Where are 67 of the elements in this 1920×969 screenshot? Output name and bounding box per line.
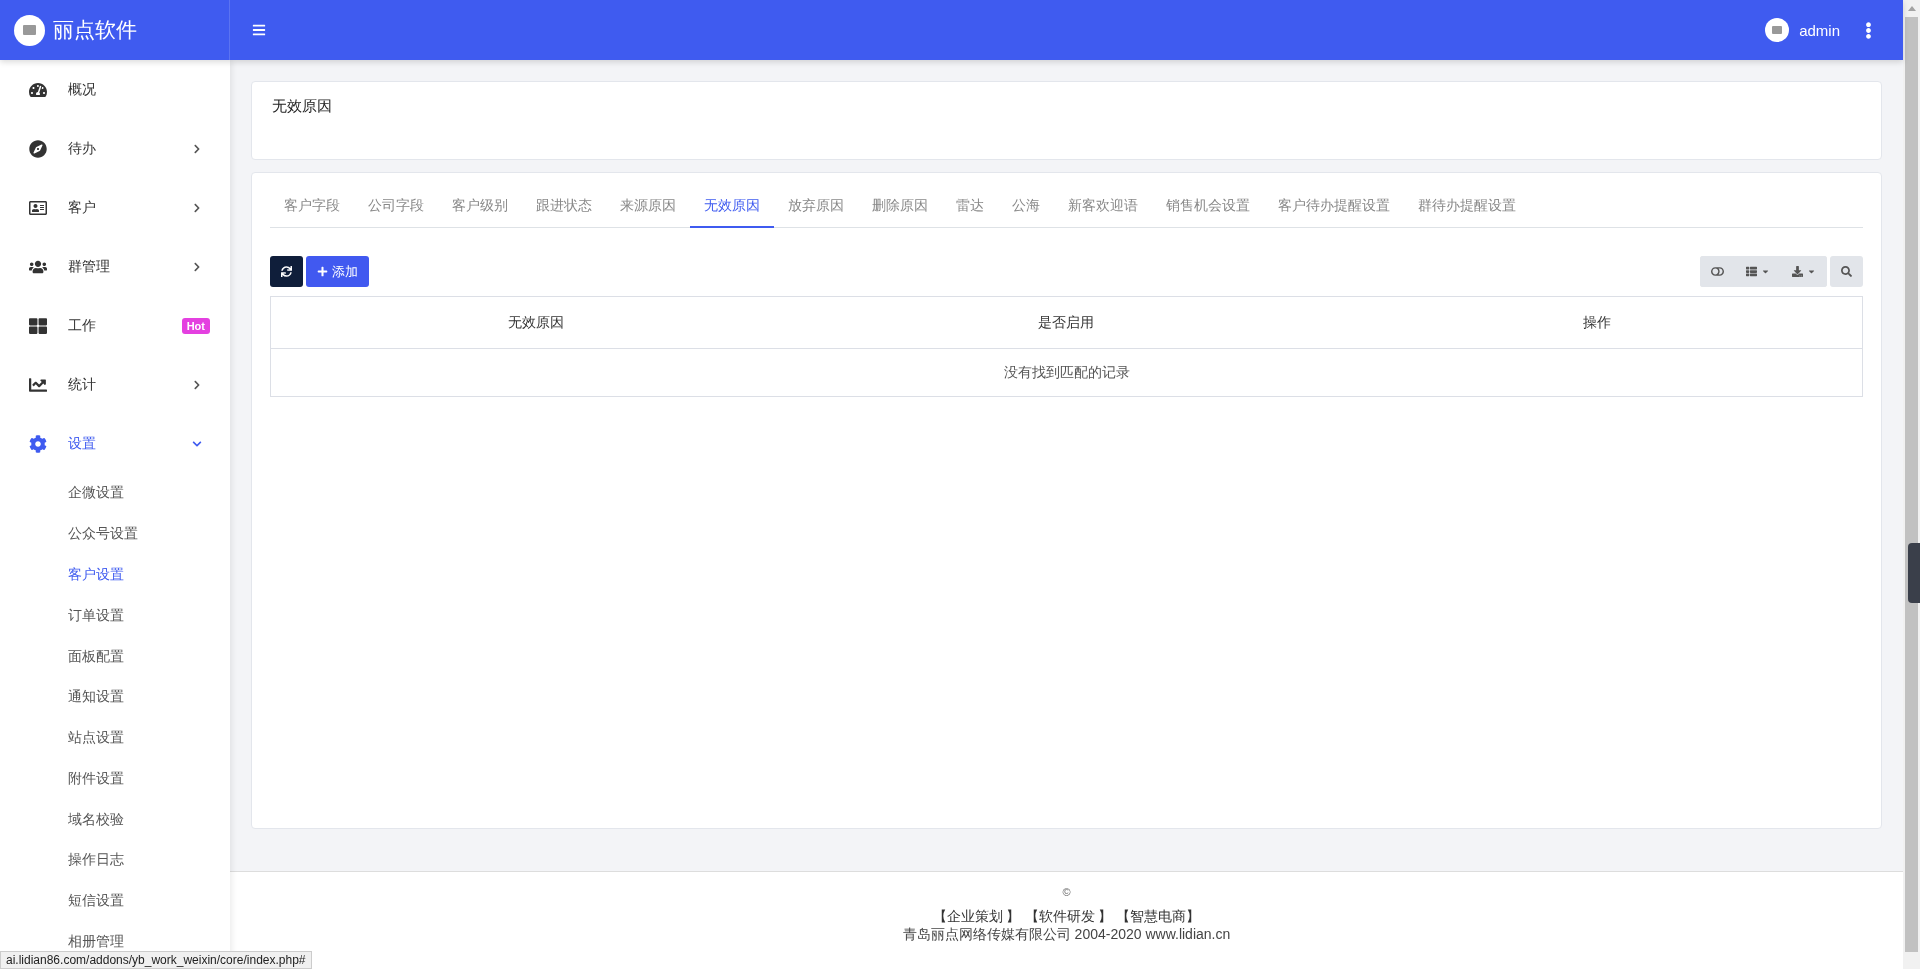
toggle-icon bbox=[1711, 265, 1724, 278]
list-icon bbox=[1746, 266, 1757, 277]
sidebar-item[interactable]: 客户 bbox=[0, 178, 230, 237]
submenu-item[interactable]: 客户设置 bbox=[68, 564, 124, 585]
submenu-item[interactable]: 域名校验 bbox=[68, 809, 124, 830]
tab[interactable]: 来源原因 bbox=[606, 185, 690, 228]
submenu-item[interactable]: 公众号设置 bbox=[68, 524, 138, 545]
column-header: 操作 bbox=[1581, 313, 1612, 332]
submenu-item[interactable]: 订单设置 bbox=[68, 605, 124, 626]
tab[interactable]: 无效原因 bbox=[690, 185, 774, 228]
footer-link[interactable]: 【软件研发 】 bbox=[1024, 908, 1113, 926]
footer-link[interactable]: 【企业策划 】 bbox=[932, 908, 1021, 926]
menu-icon bbox=[252, 23, 266, 37]
submenu-item[interactable]: 企微设置 bbox=[68, 483, 124, 504]
status-url: ai.lidian86.com/addons/yb_work_weixin/core/index.php# bbox=[0, 951, 312, 969]
refresh-button[interactable] bbox=[270, 256, 303, 287]
caret-icon bbox=[1807, 267, 1816, 276]
gauge-icon bbox=[29, 80, 47, 99]
line-chart-icon bbox=[29, 375, 47, 394]
submenu-item[interactable]: 相册管理 bbox=[68, 932, 124, 952]
page-title: 无效原因 bbox=[272, 97, 332, 114]
tab[interactable]: 跟进状态 bbox=[522, 185, 606, 228]
tab[interactable]: 删除原因 bbox=[858, 185, 942, 228]
sidebar-item[interactable]: 概况 bbox=[0, 60, 230, 119]
id-card-icon bbox=[29, 198, 47, 217]
search-icon bbox=[1841, 266, 1852, 277]
download-icon bbox=[1792, 266, 1803, 277]
column-header: 是否启用 bbox=[1037, 313, 1096, 332]
sidebar-item[interactable]: 统计 bbox=[0, 355, 230, 414]
footer-link[interactable]: 【智慧电商】 bbox=[1116, 908, 1201, 926]
compass-icon bbox=[29, 139, 47, 158]
tab[interactable]: 销售机会设置 bbox=[1152, 185, 1264, 228]
user-name[interactable]: admin bbox=[1799, 21, 1840, 39]
submenu-item[interactable]: 面板配置 bbox=[68, 646, 124, 667]
tab[interactable]: 客户待办提醒设置 bbox=[1264, 185, 1404, 228]
hot-badge: Hot bbox=[181, 317, 210, 334]
caret-icon bbox=[1761, 267, 1770, 276]
submenu-item[interactable]: 操作日志 bbox=[68, 850, 124, 871]
tab[interactable]: 放弃原因 bbox=[774, 185, 858, 228]
tab[interactable]: 群待办提醒设置 bbox=[1404, 185, 1530, 228]
column-header: 无效原因 bbox=[507, 313, 566, 332]
search-button[interactable] bbox=[1830, 256, 1863, 287]
submenu-item[interactable]: 附件设置 bbox=[68, 768, 124, 789]
add-button[interactable]: 添加 bbox=[306, 256, 369, 287]
plus-icon bbox=[317, 266, 328, 277]
brand-name: 丽点软件 bbox=[53, 17, 137, 43]
tab[interactable]: 公司字段 bbox=[354, 185, 438, 228]
settings-icon bbox=[29, 434, 47, 453]
tab[interactable]: 新客欢迎语 bbox=[1054, 185, 1152, 228]
tab[interactable]: 客户字段 bbox=[270, 185, 354, 228]
empty-message: 没有找到匹配的记录 bbox=[1002, 362, 1131, 382]
sidebar-item[interactable]: 群管理 bbox=[0, 237, 230, 296]
submenu-item[interactable]: 通知设置 bbox=[68, 687, 124, 708]
tab[interactable]: 雷达 bbox=[942, 185, 998, 228]
tab[interactable]: 客户级别 bbox=[438, 185, 522, 228]
submenu-item[interactable]: 站点设置 bbox=[68, 728, 124, 749]
copyright-mark: © bbox=[1062, 886, 1071, 898]
company-text: 青岛丽点网络传媒有限公司 2004-2020 www.lidian.cn bbox=[902, 926, 1231, 944]
sidebar-item[interactable]: 待办 bbox=[0, 119, 230, 178]
sidebar-item[interactable]: 工作 Hot bbox=[0, 296, 230, 355]
sidebar-item[interactable]: 设置 bbox=[0, 414, 230, 473]
avatar-icon bbox=[1765, 18, 1790, 42]
logo-icon bbox=[14, 14, 45, 46]
submenu-item[interactable]: 短信设置 bbox=[68, 891, 124, 912]
grid-icon bbox=[29, 316, 47, 335]
refresh-icon bbox=[281, 266, 292, 277]
tab[interactable]: 公海 bbox=[998, 185, 1054, 228]
